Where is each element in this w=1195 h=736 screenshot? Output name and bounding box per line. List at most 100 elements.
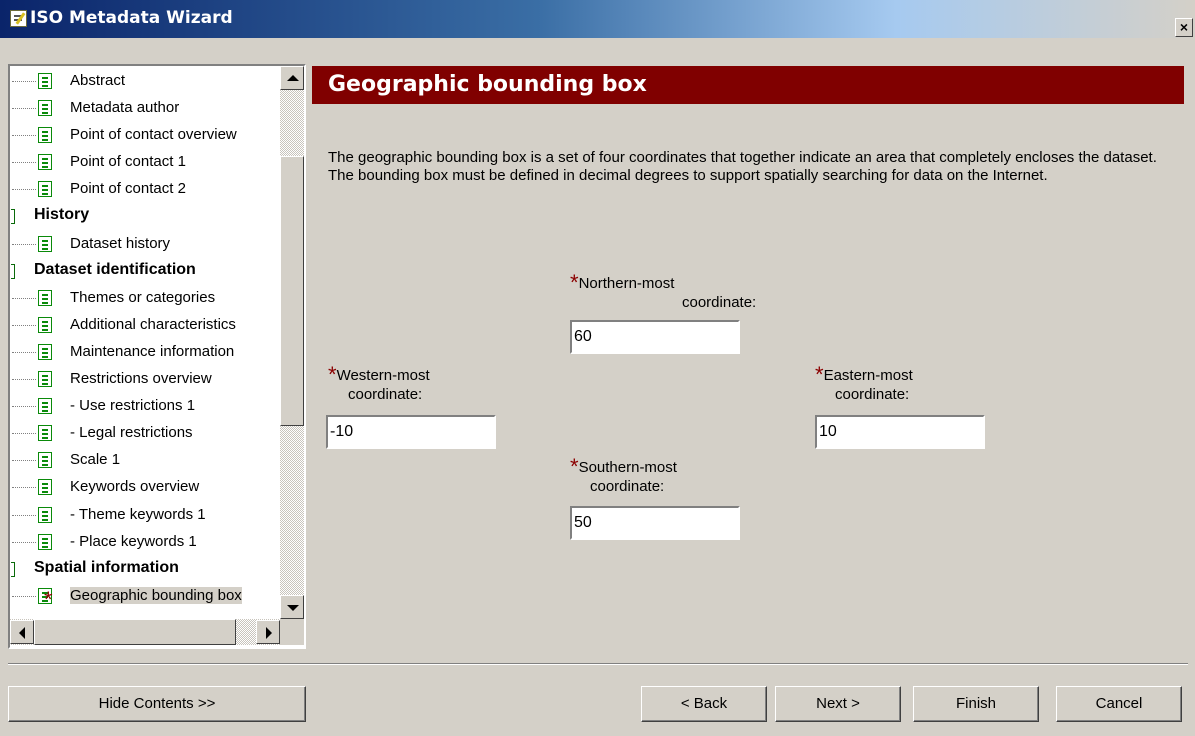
tree-item[interactable]: Metadata author — [10, 95, 282, 122]
south-label-line2: coordinate: — [590, 478, 665, 495]
page-icon — [38, 343, 52, 360]
tree-item[interactable]: Restrictions overview — [10, 366, 282, 393]
tree-item[interactable]: Dataset history — [10, 231, 282, 258]
tree-item-label: Point of contact overview — [70, 126, 237, 144]
required-star-icon: * — [328, 362, 337, 387]
south-label: *Southern-most coordinate: — [570, 456, 677, 496]
back-button[interactable]: < Back — [641, 686, 767, 722]
page-icon — [38, 452, 52, 469]
north-label-line1: Northern-most — [578, 275, 675, 292]
hide-contents-button[interactable]: Hide Contents >> — [8, 686, 306, 722]
tree-item-label: - Legal restrictions — [70, 424, 193, 442]
page-icon — [38, 533, 52, 550]
footer-separator — [8, 663, 1188, 665]
east-label-line2: coordinate: — [835, 386, 910, 403]
tree-list: Abstract Metadata author Point of contact … — [10, 68, 282, 610]
tree-connector — [12, 460, 36, 462]
tree-item[interactable]: Keywords overview — [10, 474, 282, 501]
tree-connector — [12, 487, 36, 489]
north-label: *Northern-most coordinate: — [570, 272, 757, 312]
tree-connector — [12, 406, 36, 408]
page-icon — [38, 235, 52, 252]
required-star-icon: * — [815, 362, 824, 387]
tree-connector — [12, 541, 36, 543]
tree-item[interactable]: - Theme keywords 1 — [10, 502, 282, 529]
next-button[interactable]: Next > — [775, 686, 901, 722]
page-title: Geographic bounding box — [328, 72, 647, 97]
tree-item-label: Point of contact 2 — [70, 180, 186, 198]
book-icon — [11, 263, 15, 279]
north-label-line2: coordinate: — [682, 294, 757, 311]
page-icon — [38, 181, 52, 198]
tree-item-label: Geographic bounding box — [70, 586, 242, 604]
south-label-line1: Southern-most — [578, 459, 677, 476]
scrollbar-corner — [280, 619, 304, 645]
tree-connector — [12, 514, 36, 516]
vertical-scrollbar[interactable] — [280, 66, 304, 619]
scroll-right-button[interactable] — [256, 620, 280, 644]
tree-item-label: History — [34, 206, 90, 224]
close-button[interactable]: × — [1175, 18, 1193, 37]
tree-connector — [12, 595, 36, 597]
tree-section[interactable]: Spatial information — [10, 556, 282, 583]
tree-item[interactable]: Point of contact overview — [10, 122, 282, 149]
arrow-left-icon — [19, 627, 25, 639]
scroll-up-button[interactable] — [280, 66, 304, 90]
horizontal-scroll-thumb[interactable] — [34, 619, 236, 645]
tree-section[interactable]: History — [10, 203, 282, 230]
tree-item-label: Dataset identification — [34, 260, 196, 278]
tree-item[interactable]: Scale 1 — [10, 447, 282, 474]
tree-item[interactable]: * Geographic bounding box — [10, 583, 282, 610]
tree-item[interactable]: Maintenance information — [10, 339, 282, 366]
required-star-icon: * — [570, 270, 579, 295]
tree-item[interactable]: - Use restrictions 1 — [10, 393, 282, 420]
page-icon — [38, 506, 52, 523]
tree-connector — [12, 351, 36, 353]
app-icon — [10, 10, 27, 27]
book-icon — [11, 561, 15, 577]
scroll-down-button[interactable] — [280, 595, 304, 619]
south-coordinate-input[interactable] — [570, 506, 740, 540]
tree-connector — [12, 243, 36, 245]
tree-item[interactable]: Additional characteristics — [10, 312, 282, 339]
window-title: ISO Metadata Wizard — [30, 8, 233, 28]
tree-item-label: Metadata author — [70, 99, 180, 117]
horizontal-scrollbar[interactable] — [10, 619, 280, 645]
book-icon — [11, 209, 15, 225]
west-coordinate-input[interactable] — [326, 415, 496, 449]
vertical-scroll-thumb[interactable] — [280, 156, 304, 426]
tree-connector — [12, 379, 36, 381]
title-bar: ISO Metadata Wizard — [0, 0, 1195, 38]
tree-item[interactable]: Themes or categories — [10, 285, 282, 312]
tree-item-label: Abstract — [70, 72, 126, 89]
north-coordinate-input[interactable] — [570, 320, 740, 354]
cancel-button[interactable]: Cancel — [1056, 686, 1182, 722]
tree-item[interactable]: Abstract — [10, 68, 282, 95]
arrow-up-icon — [287, 75, 299, 81]
tree-item[interactable]: Point of contact 2 — [10, 176, 282, 203]
tree-connector — [12, 189, 36, 191]
tree-item[interactable]: - Legal restrictions — [10, 420, 282, 447]
tree-item[interactable]: - Place keywords 1 — [10, 529, 282, 556]
tree-item-label: Restrictions overview — [70, 370, 212, 388]
page-description: The geographic bounding box is a set of … — [328, 149, 1157, 184]
tree-connector — [12, 162, 36, 164]
tree-item-label: Point of contact 1 — [70, 153, 186, 171]
tree-section[interactable]: Dataset identification — [10, 258, 282, 285]
page-icon — [38, 316, 52, 333]
page-icon — [38, 398, 52, 415]
west-label-line1: Western-most — [336, 367, 430, 384]
finish-button[interactable]: Finish — [913, 686, 1039, 722]
tree-item[interactable]: Point of contact 1 — [10, 149, 282, 176]
contents-tree[interactable]: Abstract Metadata author Point of contact … — [8, 64, 306, 649]
tree-item-label: Additional characteristics — [70, 315, 236, 333]
east-label-line1: Eastern-most — [823, 367, 913, 384]
east-coordinate-input[interactable] — [815, 415, 985, 449]
tree-item-label: Spatial information — [34, 558, 179, 576]
page-icon — [38, 289, 52, 306]
arrow-right-icon — [266, 627, 272, 639]
scroll-left-button[interactable] — [10, 620, 34, 644]
tree-item-label: Keywords overview — [70, 478, 200, 496]
required-star-icon: * — [44, 586, 53, 612]
tree-item-label: Maintenance information — [70, 342, 235, 360]
